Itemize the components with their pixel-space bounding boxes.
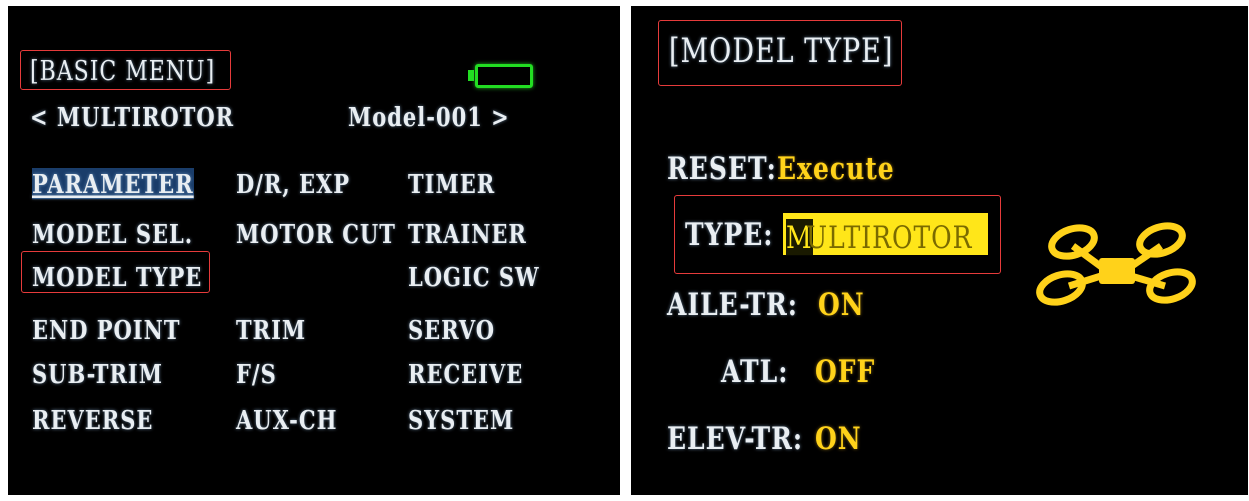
menu-item-dr-exp[interactable]: D/R, EXP xyxy=(236,168,350,199)
aile-tr-label: AILE-TR: xyxy=(667,286,799,323)
menu-item-aux-ch[interactable]: AUX-CH xyxy=(236,404,337,435)
menu-item-end-point[interactable]: END POINT xyxy=(32,314,180,345)
type-label: TYPE: xyxy=(685,216,774,253)
menu-item-receive[interactable]: RECEIVE xyxy=(408,358,523,389)
model-type-selector[interactable]: < MULTIROTOR xyxy=(30,101,234,132)
menu-item-logic-sw[interactable]: LOGIC SW xyxy=(408,261,540,292)
menu-item-model-sel[interactable]: MODEL SEL. xyxy=(32,218,193,249)
menu-item-model-type[interactable]: MODEL TYPE xyxy=(32,261,202,292)
type-selector[interactable]: M ULTIROTOR xyxy=(783,213,988,256)
menu-item-trim[interactable]: TRIM xyxy=(236,314,306,345)
model-name-selector[interactable]: Model-001 > xyxy=(348,101,510,132)
reset-execute-button[interactable]: Execute xyxy=(777,150,895,186)
type-value: ULTIROTOR xyxy=(806,219,973,256)
battery-icon xyxy=(468,64,533,88)
atl-value[interactable]: OFF xyxy=(815,353,875,389)
multirotor-icon xyxy=(1036,222,1196,306)
menu-item-timer[interactable]: TIMER xyxy=(408,168,495,199)
elev-tr-value[interactable]: ON xyxy=(815,420,862,456)
atl-label: ATL: xyxy=(721,353,789,390)
menu-item-parameter[interactable]: PARAMETER xyxy=(32,168,194,200)
aile-tr-value[interactable]: ON xyxy=(818,286,865,322)
elev-tr-label: ELEV-TR: xyxy=(667,420,804,457)
menu-item-system[interactable]: SYSTEM xyxy=(408,404,514,435)
model-type-screen: [MODEL TYPE] RESET: Execute TYPE: M ULTI… xyxy=(631,6,1248,495)
page-title: [MODEL TYPE] xyxy=(669,32,894,71)
page-title: [BASIC MENU] xyxy=(30,56,216,88)
menu-item-sub-trim[interactable]: SUB-TRIM xyxy=(32,358,163,389)
menu-item-servo[interactable]: SERVO xyxy=(408,314,495,345)
menu-item-fs[interactable]: F/S xyxy=(236,358,277,389)
menu-item-motor-cut[interactable]: MOTOR CUT xyxy=(236,218,396,249)
basic-menu-screen: [BASIC MENU] < MULTIROTOR Model-001 > PA… xyxy=(8,6,620,495)
menu-item-trainer[interactable]: TRAINER xyxy=(408,218,527,249)
menu-item-reverse[interactable]: REVERSE xyxy=(32,404,153,435)
reset-label: RESET: xyxy=(667,150,777,187)
